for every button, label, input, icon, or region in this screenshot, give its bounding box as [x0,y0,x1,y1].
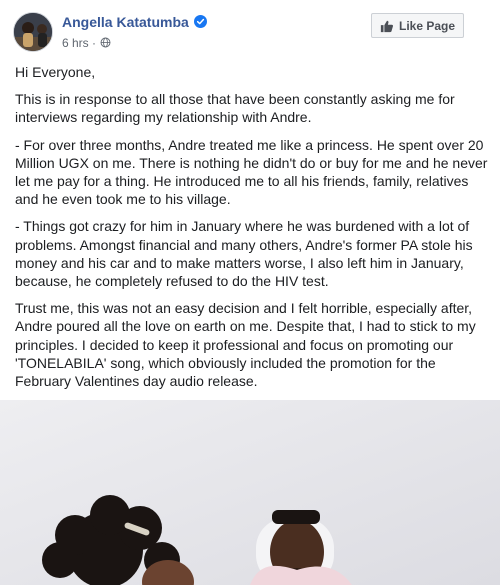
post-photo[interactable] [0,400,500,585]
verified-badge-icon [193,15,207,28]
post-paragraph: - For over three months, Andre treated m… [15,136,488,208]
post-paragraph: Trust me, this was not an easy decision … [15,300,476,390]
post-paragraph: This is in response to all those that ha… [15,91,455,126]
post-header: Angella Katatumba 6 hrs · Like Page [0,0,500,56]
thumbs-up-icon [380,20,394,32]
post-text: Hi Everyone, This is in response to all … [15,63,491,399]
author-name-link[interactable]: Angella Katatumba [62,14,207,30]
more-options-button[interactable] [474,13,498,38]
like-page-label: Like Page [398,18,456,33]
like-page-button[interactable]: Like Page [371,13,464,38]
globe-icon[interactable] [100,37,111,48]
author-name[interactable]: Angella Katatumba [62,14,189,30]
author-avatar[interactable] [13,12,53,52]
post-paragraph: Hi Everyone, [15,64,96,80]
meta-separator: · [92,36,97,50]
post-paragraph: - Things got crazy for him in January wh… [15,218,473,290]
post-meta: 6 hrs · [62,36,111,50]
post-timestamp[interactable]: 6 hrs [62,36,89,50]
